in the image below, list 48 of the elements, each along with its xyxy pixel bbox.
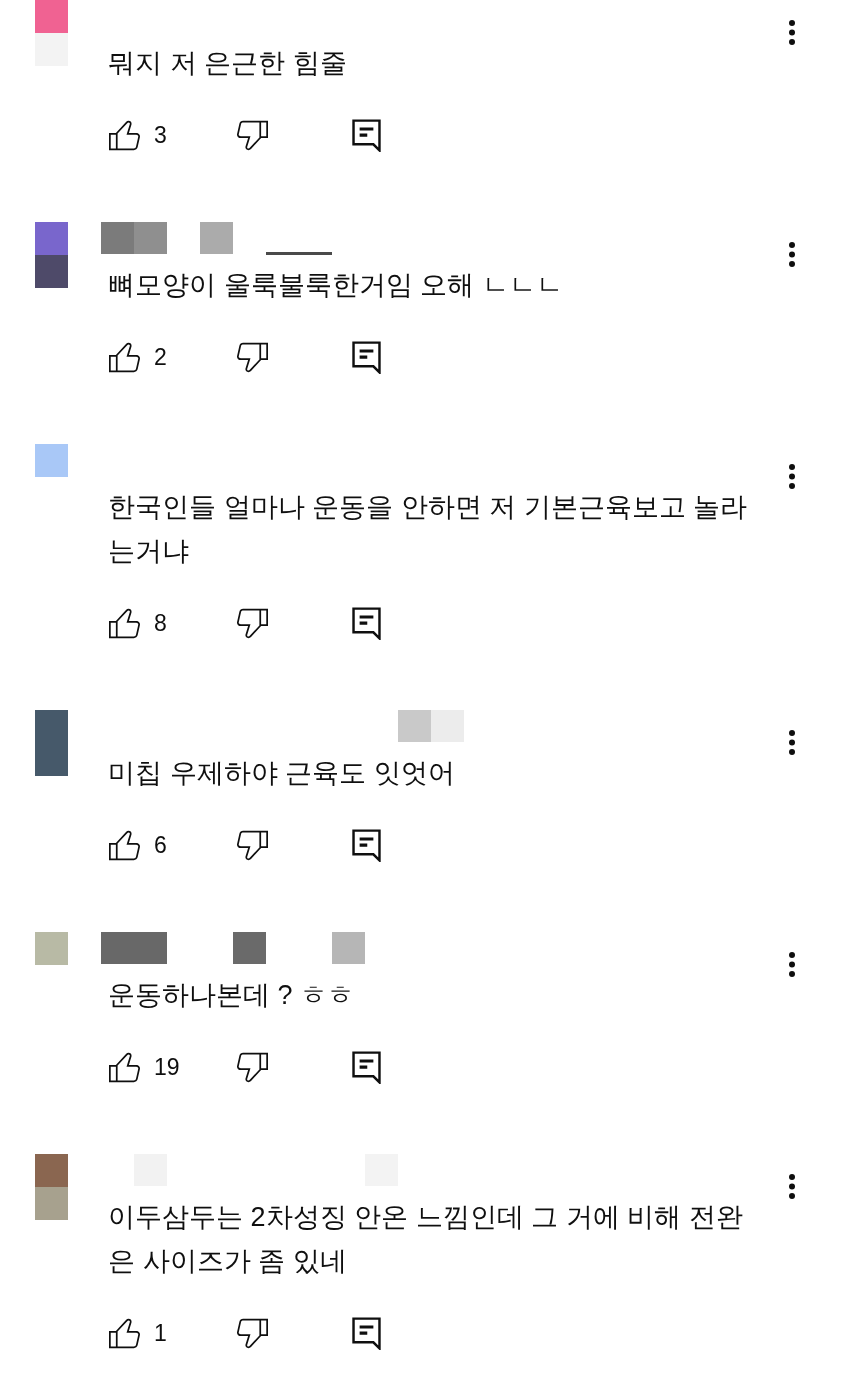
comment-text: 운동하나본데 ? ㅎㅎ: [108, 979, 355, 1012]
thumbs-up-icon: [108, 1051, 141, 1083]
thumbs-down-icon: [236, 607, 269, 639]
reply-button[interactable]: [352, 340, 381, 374]
more-icon: [789, 1172, 795, 1200]
comment-icon: [352, 1316, 381, 1350]
comment-icon: [352, 118, 381, 152]
dislike-button[interactable]: [236, 829, 269, 861]
comment-icon: [352, 340, 381, 374]
comment-icon: [352, 1050, 381, 1084]
dislike-button[interactable]: [236, 341, 269, 373]
comment-text: 한국인들 얼마나 운동을 안하면 저 기본근육보고 놀라 는거냐: [108, 491, 747, 568]
more-icon: [789, 462, 795, 490]
reply-button[interactable]: [352, 1050, 381, 1084]
thumbs-up-icon: [108, 119, 141, 151]
reply-button[interactable]: [352, 1316, 381, 1350]
dislike-button[interactable]: [236, 119, 269, 151]
thumbs-up-icon: [108, 829, 141, 861]
like-button[interactable]: 2: [108, 339, 167, 375]
thumbs-down-icon: [236, 119, 269, 151]
more-icon: [789, 240, 795, 268]
more-icon: [789, 950, 795, 978]
thumbs-down-icon: [236, 829, 269, 861]
thumbs-up-icon: [108, 607, 141, 639]
reply-button[interactable]: [352, 828, 381, 862]
dislike-button[interactable]: [236, 1051, 269, 1083]
thumbs-down-icon: [236, 1317, 269, 1349]
like-button[interactable]: 19: [108, 1049, 180, 1085]
comment-icon: [352, 828, 381, 862]
more-icon: [789, 18, 795, 46]
thumbs-up-icon: [108, 1317, 141, 1349]
thumbs-up-icon: [108, 341, 141, 373]
reply-button[interactable]: [352, 606, 381, 640]
dislike-button[interactable]: [236, 1317, 269, 1349]
comment-text: 미칩 우제하야 근육도 잇엇어: [108, 757, 455, 790]
thumbs-down-icon: [236, 341, 269, 373]
comment-text: 뭐지 저 은근한 힘줄: [108, 47, 347, 80]
like-button[interactable]: 8: [108, 605, 167, 641]
like-button[interactable]: 6: [108, 827, 167, 863]
like-button[interactable]: 3: [108, 117, 167, 153]
comment-text: 뼈모양이 울룩불룩한거임 오해 ㄴㄴㄴ: [108, 269, 563, 302]
comment-icon: [352, 606, 381, 640]
reply-button[interactable]: [352, 118, 381, 152]
comment-text: 이두삼두는 2차성징 안온 느낌인데 그 거에 비해 전완 은 사이즈가 좀 있네: [108, 1201, 743, 1278]
like-button[interactable]: 1: [108, 1315, 167, 1351]
more-icon: [789, 728, 795, 756]
thumbs-down-icon: [236, 1051, 269, 1083]
dislike-button[interactable]: [236, 607, 269, 639]
